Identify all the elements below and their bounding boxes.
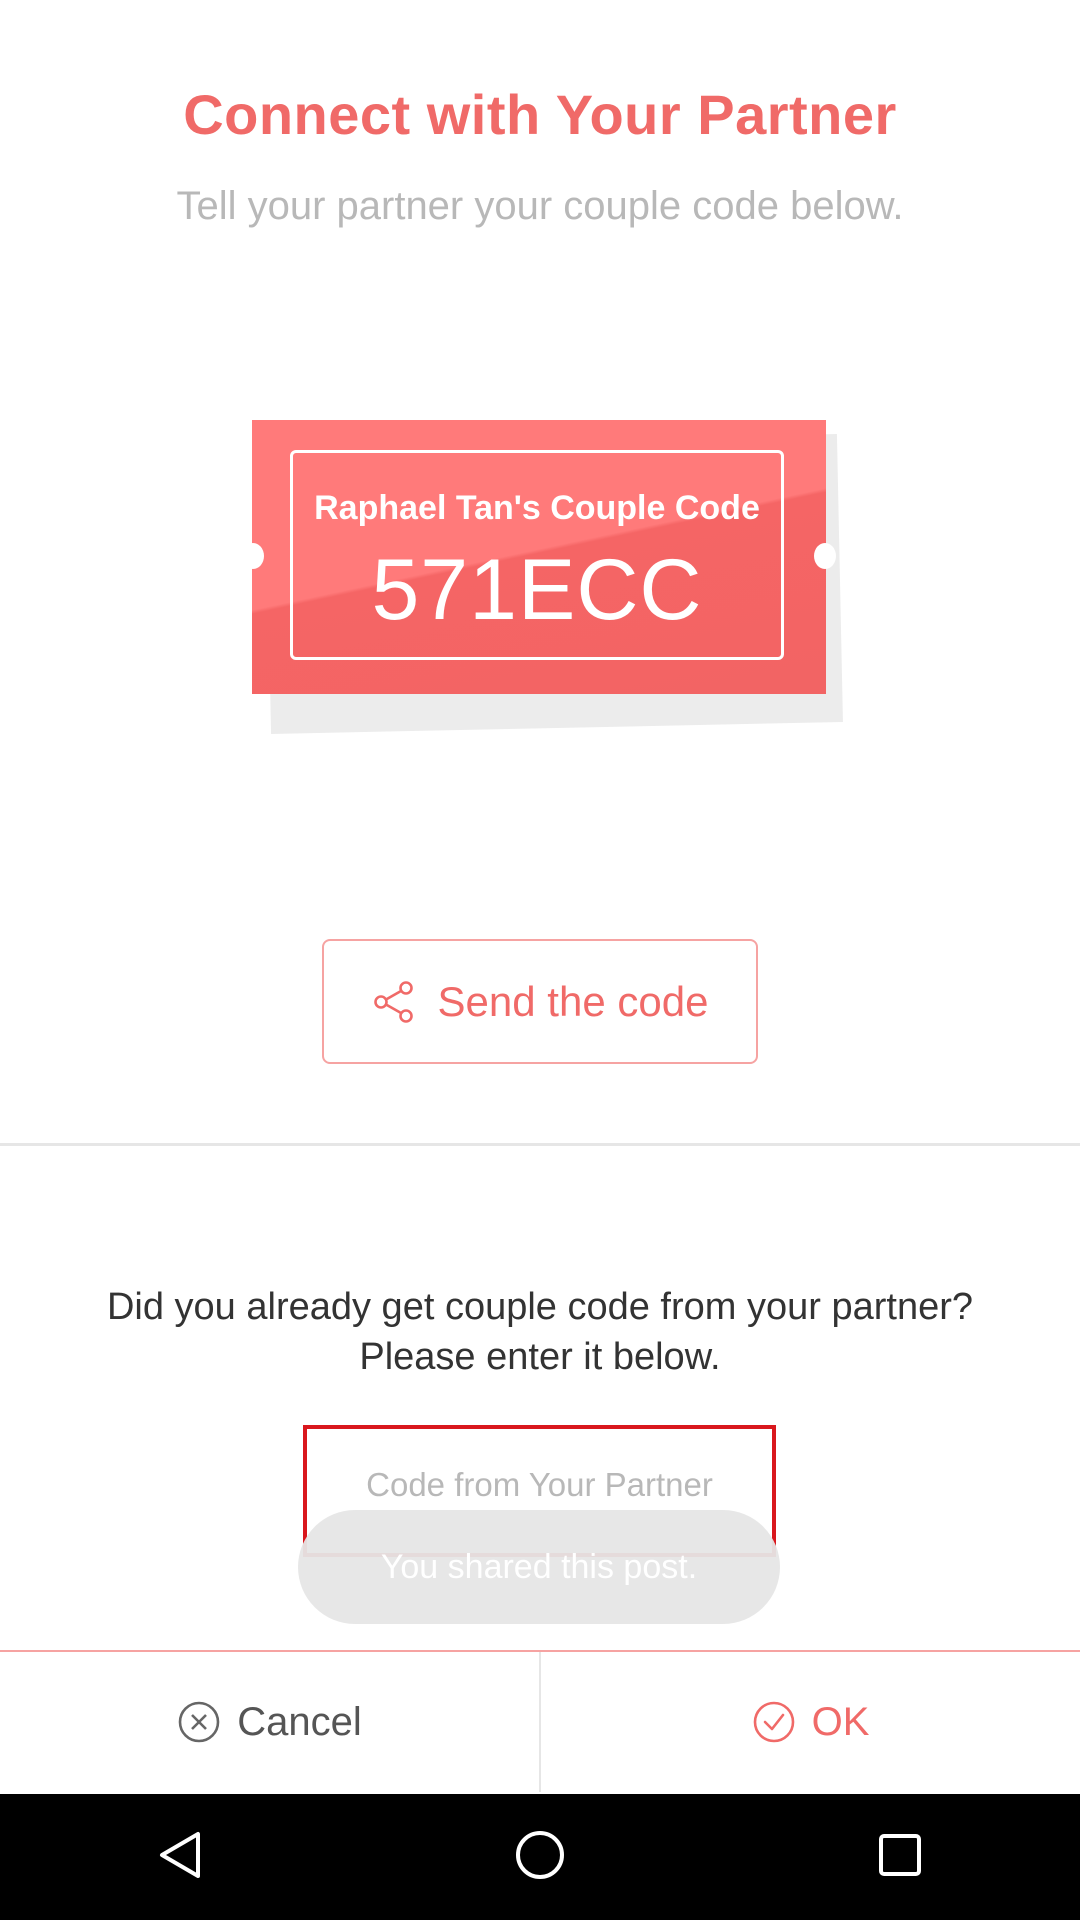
cancel-label: Cancel — [237, 1699, 362, 1744]
check-circle-icon — [752, 1700, 796, 1744]
ok-button[interactable]: OK — [541, 1652, 1080, 1792]
ok-label: OK — [811, 1699, 870, 1744]
bottom-action-bar: Cancel OK — [0, 1650, 1080, 1792]
page-title: Connect with Your Partner — [183, 83, 897, 146]
partner-code-prompt: Did you already get couple code from you… — [40, 1282, 1040, 1382]
close-circle-icon — [177, 1700, 221, 1744]
section-divider — [0, 1143, 1080, 1146]
connect-partner-screen: Connect with Your Partner Tell your part… — [0, 0, 1080, 1920]
recents-square-icon — [877, 1832, 923, 1883]
couple-code-ticket: Raphael Tan's Couple Code 571ECC — [242, 420, 836, 694]
share-icon — [372, 980, 416, 1024]
nav-home-button[interactable] — [480, 1807, 600, 1907]
couple-code-value: 571ECC — [371, 542, 703, 638]
send-code-button[interactable]: Send the code — [322, 939, 758, 1064]
ticket-frame: Raphael Tan's Couple Code 571ECC — [290, 450, 784, 660]
nav-recents-button[interactable] — [840, 1807, 960, 1907]
cancel-button[interactable]: Cancel — [0, 1652, 539, 1792]
home-circle-icon — [514, 1829, 566, 1886]
nav-back-button[interactable] — [120, 1807, 240, 1907]
shared-toast: You shared this post. — [298, 1510, 780, 1624]
back-triangle-icon — [156, 1830, 204, 1885]
ticket-notch — [814, 543, 836, 569]
prompt-line-2: Please enter it below. — [359, 1336, 721, 1378]
send-code-label: Send the code — [437, 977, 709, 1025]
couple-code-label: Raphael Tan's Couple Code — [314, 489, 760, 527]
prompt-line-1: Did you already get couple code from you… — [106, 1286, 974, 1328]
system-nav-bar — [0, 1794, 1080, 1920]
ticket-notch — [242, 543, 264, 569]
page-subtitle: Tell your partner your couple code below… — [176, 184, 904, 228]
